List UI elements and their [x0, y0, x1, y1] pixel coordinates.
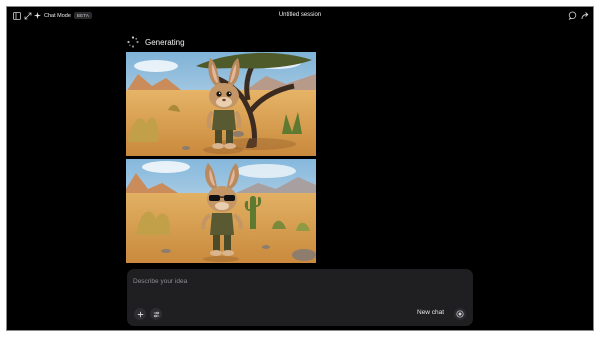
sliders-icon	[153, 311, 159, 317]
chat-icon[interactable]	[567, 10, 578, 21]
record-icon	[456, 310, 464, 318]
share-icon[interactable]	[580, 10, 591, 21]
top-bar: Chat Mode BETA Untitled session	[7, 7, 593, 24]
prompt-input[interactable]	[133, 274, 463, 288]
session-title: Untitled session	[278, 12, 322, 18]
new-chat-button[interactable]: New chat	[417, 309, 444, 316]
generating-status: Generating	[127, 36, 185, 48]
app-window: Chat Mode BETA Untitled session Generati…	[6, 6, 594, 331]
settings-button[interactable]	[150, 308, 162, 320]
record-button[interactable]	[454, 308, 466, 320]
loading-dots-icon	[127, 36, 139, 48]
generating-label: Generating	[145, 37, 185, 47]
add-button[interactable]	[134, 308, 146, 320]
plus-icon	[137, 311, 143, 317]
prompt-composer: New chat	[127, 269, 473, 326]
generated-image-1[interactable]	[126, 52, 316, 156]
generated-image-2[interactable]	[126, 159, 316, 263]
